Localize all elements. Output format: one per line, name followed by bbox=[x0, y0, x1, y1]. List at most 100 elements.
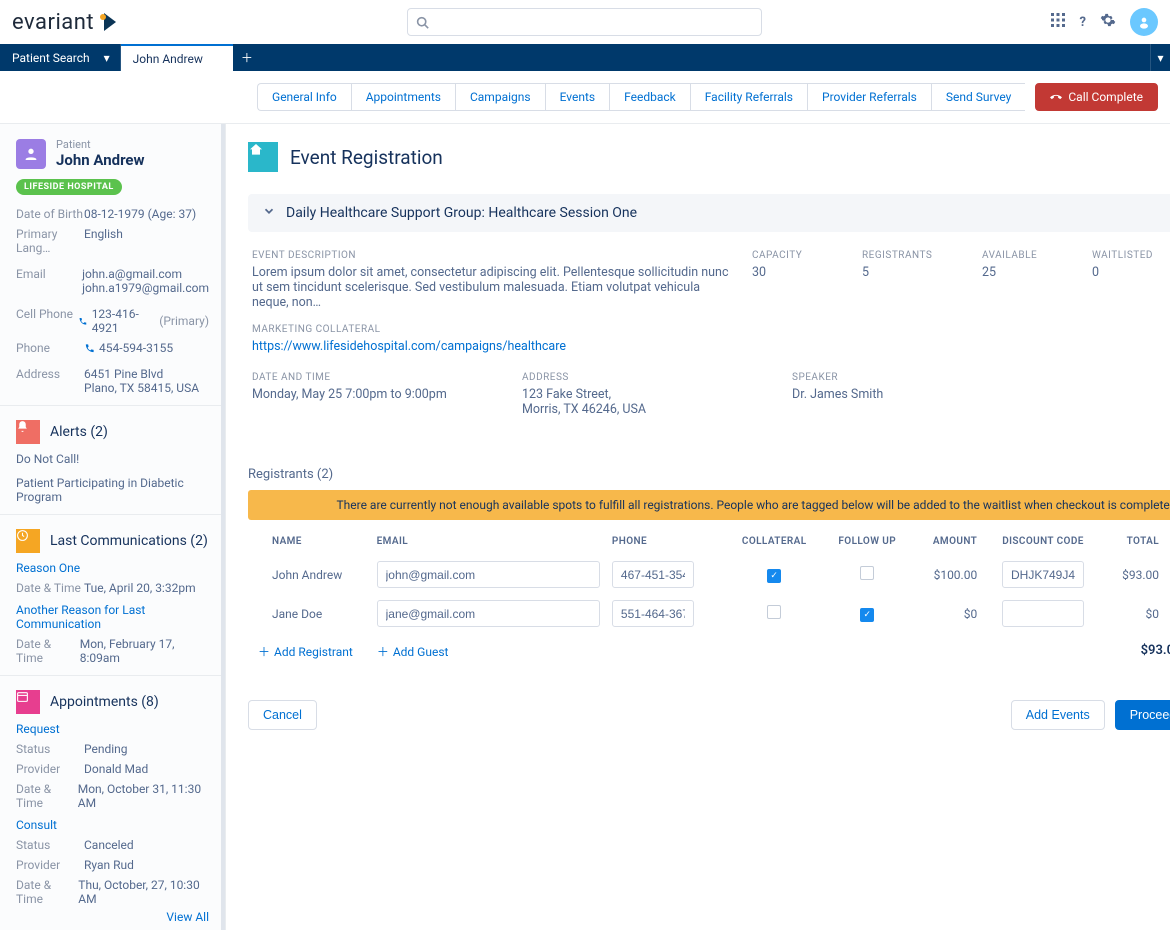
page-title: Event Registration bbox=[290, 146, 443, 169]
event-desc: Lorem ipsum dolor sit amet, consectetur … bbox=[252, 265, 732, 310]
followup-checkbox[interactable]: ✓ bbox=[860, 608, 874, 622]
cell-label: Cell Phone bbox=[16, 307, 78, 335]
lang-value: English bbox=[84, 227, 123, 255]
collateral-checkbox[interactable] bbox=[767, 605, 781, 619]
event-collateral-link[interactable]: https://www.lifesidehospital.com/campaig… bbox=[252, 339, 566, 354]
event-available: 25 bbox=[982, 265, 1072, 280]
discount-code-input[interactable] bbox=[1002, 600, 1084, 627]
registrants-table: NAME EMAIL PHONE COLLATERAL FOLLOW UP AM… bbox=[248, 528, 1170, 633]
reg-phone-input[interactable] bbox=[612, 600, 694, 627]
email-value-2: john.a1979@gmail.com bbox=[82, 281, 209, 295]
appts-title: Appointments (8) bbox=[50, 694, 159, 710]
patient-type-label: Patient bbox=[56, 138, 145, 151]
reg-total: $93.00 bbox=[1103, 555, 1165, 594]
dob-value: 08-12-1979 (Age: 37) bbox=[84, 207, 196, 221]
tab-add[interactable]: ＋ bbox=[233, 44, 261, 71]
chevron-down-icon: ▾ bbox=[104, 51, 110, 65]
comm-reason-link[interactable]: Another Reason for Last Communication bbox=[16, 603, 209, 631]
add-events-button[interactable]: Add Events bbox=[1011, 700, 1105, 730]
event-capacity: 30 bbox=[752, 265, 842, 280]
email-value-1: john.a@gmail.com bbox=[82, 267, 209, 281]
view-all-link[interactable]: View All bbox=[0, 906, 225, 930]
apps-icon[interactable] bbox=[1050, 12, 1066, 32]
reg-amount: $100.00 bbox=[912, 555, 984, 594]
event-waitlisted: 0 bbox=[1092, 265, 1170, 280]
comm-reason-link[interactable]: Reason One bbox=[16, 561, 209, 575]
event-registrants: 5 bbox=[862, 265, 962, 280]
table-row: Jane Doe ✓ $0 $0 WAITLIST bbox=[248, 594, 1170, 633]
tab-label: Patient Search bbox=[12, 51, 90, 65]
nav-facility-referrals[interactable]: Facility Referrals bbox=[690, 83, 807, 111]
event-registration-icon bbox=[248, 142, 278, 172]
event-collateral-label: MARKETING COLLATERAL bbox=[252, 324, 732, 335]
tab-label: John Andrew bbox=[133, 52, 203, 66]
org-badge: LIFESIDE HOSPITAL bbox=[16, 179, 122, 195]
reg-amount: $0 bbox=[912, 594, 984, 633]
event-datetime: Monday, May 25 7:00pm to 9:00pm bbox=[252, 387, 502, 402]
patient-name: John Andrew bbox=[56, 151, 145, 169]
brand-logo: evariant bbox=[12, 10, 120, 35]
button-label: Call Complete bbox=[1068, 90, 1143, 104]
brand-mark-icon bbox=[98, 11, 120, 33]
tab-patient-search[interactable]: Patient Search ▾ bbox=[0, 44, 121, 71]
add-guest-link[interactable]: ＋Add Guest bbox=[377, 643, 449, 660]
addr-line2: Plano, TX 58415, USA bbox=[84, 381, 199, 395]
followup-checkbox[interactable] bbox=[860, 566, 874, 580]
help-icon[interactable]: ? bbox=[1080, 15, 1086, 30]
call-complete-button[interactable]: Call Complete bbox=[1035, 83, 1158, 111]
global-search[interactable] bbox=[407, 8, 762, 36]
waitlist-warning: There are currently not enough available… bbox=[248, 490, 1170, 520]
brand-name: evariant bbox=[12, 10, 94, 35]
table-row: John Andrew ✓ $100.00 $93.00 bbox=[248, 555, 1170, 594]
reg-email-input[interactable] bbox=[377, 600, 600, 627]
user-avatar[interactable] bbox=[1130, 8, 1158, 36]
gear-icon[interactable] bbox=[1100, 12, 1116, 32]
proceed-checkout-button[interactable]: Proceed to Checkout bbox=[1115, 700, 1170, 730]
event-panel-header[interactable]: Daily Healthcare Support Group: Healthca… bbox=[248, 194, 1170, 232]
nav-send-survey[interactable]: Send Survey bbox=[931, 83, 1025, 111]
search-icon bbox=[416, 16, 429, 29]
tab-active-patient[interactable]: John Andrew bbox=[121, 44, 233, 71]
event-heading: Daily Healthcare Support Group: Healthca… bbox=[286, 205, 637, 221]
addr-label: Address bbox=[16, 367, 84, 395]
cell-phone-link[interactable]: 123-416-4921(Primary) bbox=[78, 307, 209, 335]
reg-name: Jane Doe bbox=[266, 594, 371, 633]
add-registrant-link[interactable]: ＋Add Registrant bbox=[258, 643, 353, 660]
collateral-checkbox[interactable]: ✓ bbox=[767, 569, 781, 583]
nav-feedback[interactable]: Feedback bbox=[609, 83, 690, 111]
main-content: Event Registration Daily Healthcare Supp… bbox=[226, 124, 1170, 930]
nav-events[interactable]: Events bbox=[545, 83, 610, 111]
alert-item: Do Not Call! bbox=[16, 452, 209, 466]
nav-general-info[interactable]: General Info bbox=[257, 83, 351, 111]
phone-hangup-icon bbox=[1050, 91, 1062, 103]
dob-label: Date of Birth bbox=[16, 207, 84, 221]
reg-phone-input[interactable] bbox=[612, 561, 694, 588]
top-bar: evariant ? bbox=[0, 0, 1170, 44]
phone-link[interactable]: 454-594-3155 bbox=[84, 341, 173, 355]
event-speaker: Dr. James Smith bbox=[792, 387, 1170, 402]
grand-total: $93.00 bbox=[458, 633, 1170, 658]
reg-name: John Andrew bbox=[266, 555, 371, 594]
lang-label: Primary Lang… bbox=[16, 227, 84, 255]
appt-type-link[interactable]: Request bbox=[16, 722, 209, 736]
nav-appointments[interactable]: Appointments bbox=[351, 83, 455, 111]
event-desc-label: EVENT DESCRIPTION bbox=[252, 250, 732, 261]
nav-provider-referrals[interactable]: Provider Referrals bbox=[807, 83, 931, 111]
reg-email-input[interactable] bbox=[377, 561, 600, 588]
comms-icon bbox=[16, 529, 40, 553]
chevron-down-icon bbox=[262, 204, 276, 222]
appt-type-link[interactable]: Consult bbox=[16, 818, 209, 832]
comms-title: Last Communications (2) bbox=[50, 533, 208, 549]
patient-icon bbox=[16, 139, 46, 169]
discount-code-input[interactable] bbox=[1002, 561, 1084, 588]
scrollbar[interactable] bbox=[221, 124, 225, 930]
cancel-button[interactable]: Cancel bbox=[248, 700, 317, 730]
tab-bar: Patient Search ▾ John Andrew ＋ ▾ bbox=[0, 44, 1170, 71]
alerts-icon bbox=[16, 420, 40, 444]
addr-line1: 6451 Pine Blvd bbox=[84, 367, 199, 381]
tab-overflow[interactable]: ▾ bbox=[1150, 44, 1170, 71]
search-input[interactable] bbox=[435, 15, 753, 29]
nav-campaigns[interactable]: Campaigns bbox=[455, 83, 545, 111]
email-label: Email bbox=[16, 267, 82, 295]
registrants-title: Registrants (2) bbox=[248, 467, 1170, 482]
